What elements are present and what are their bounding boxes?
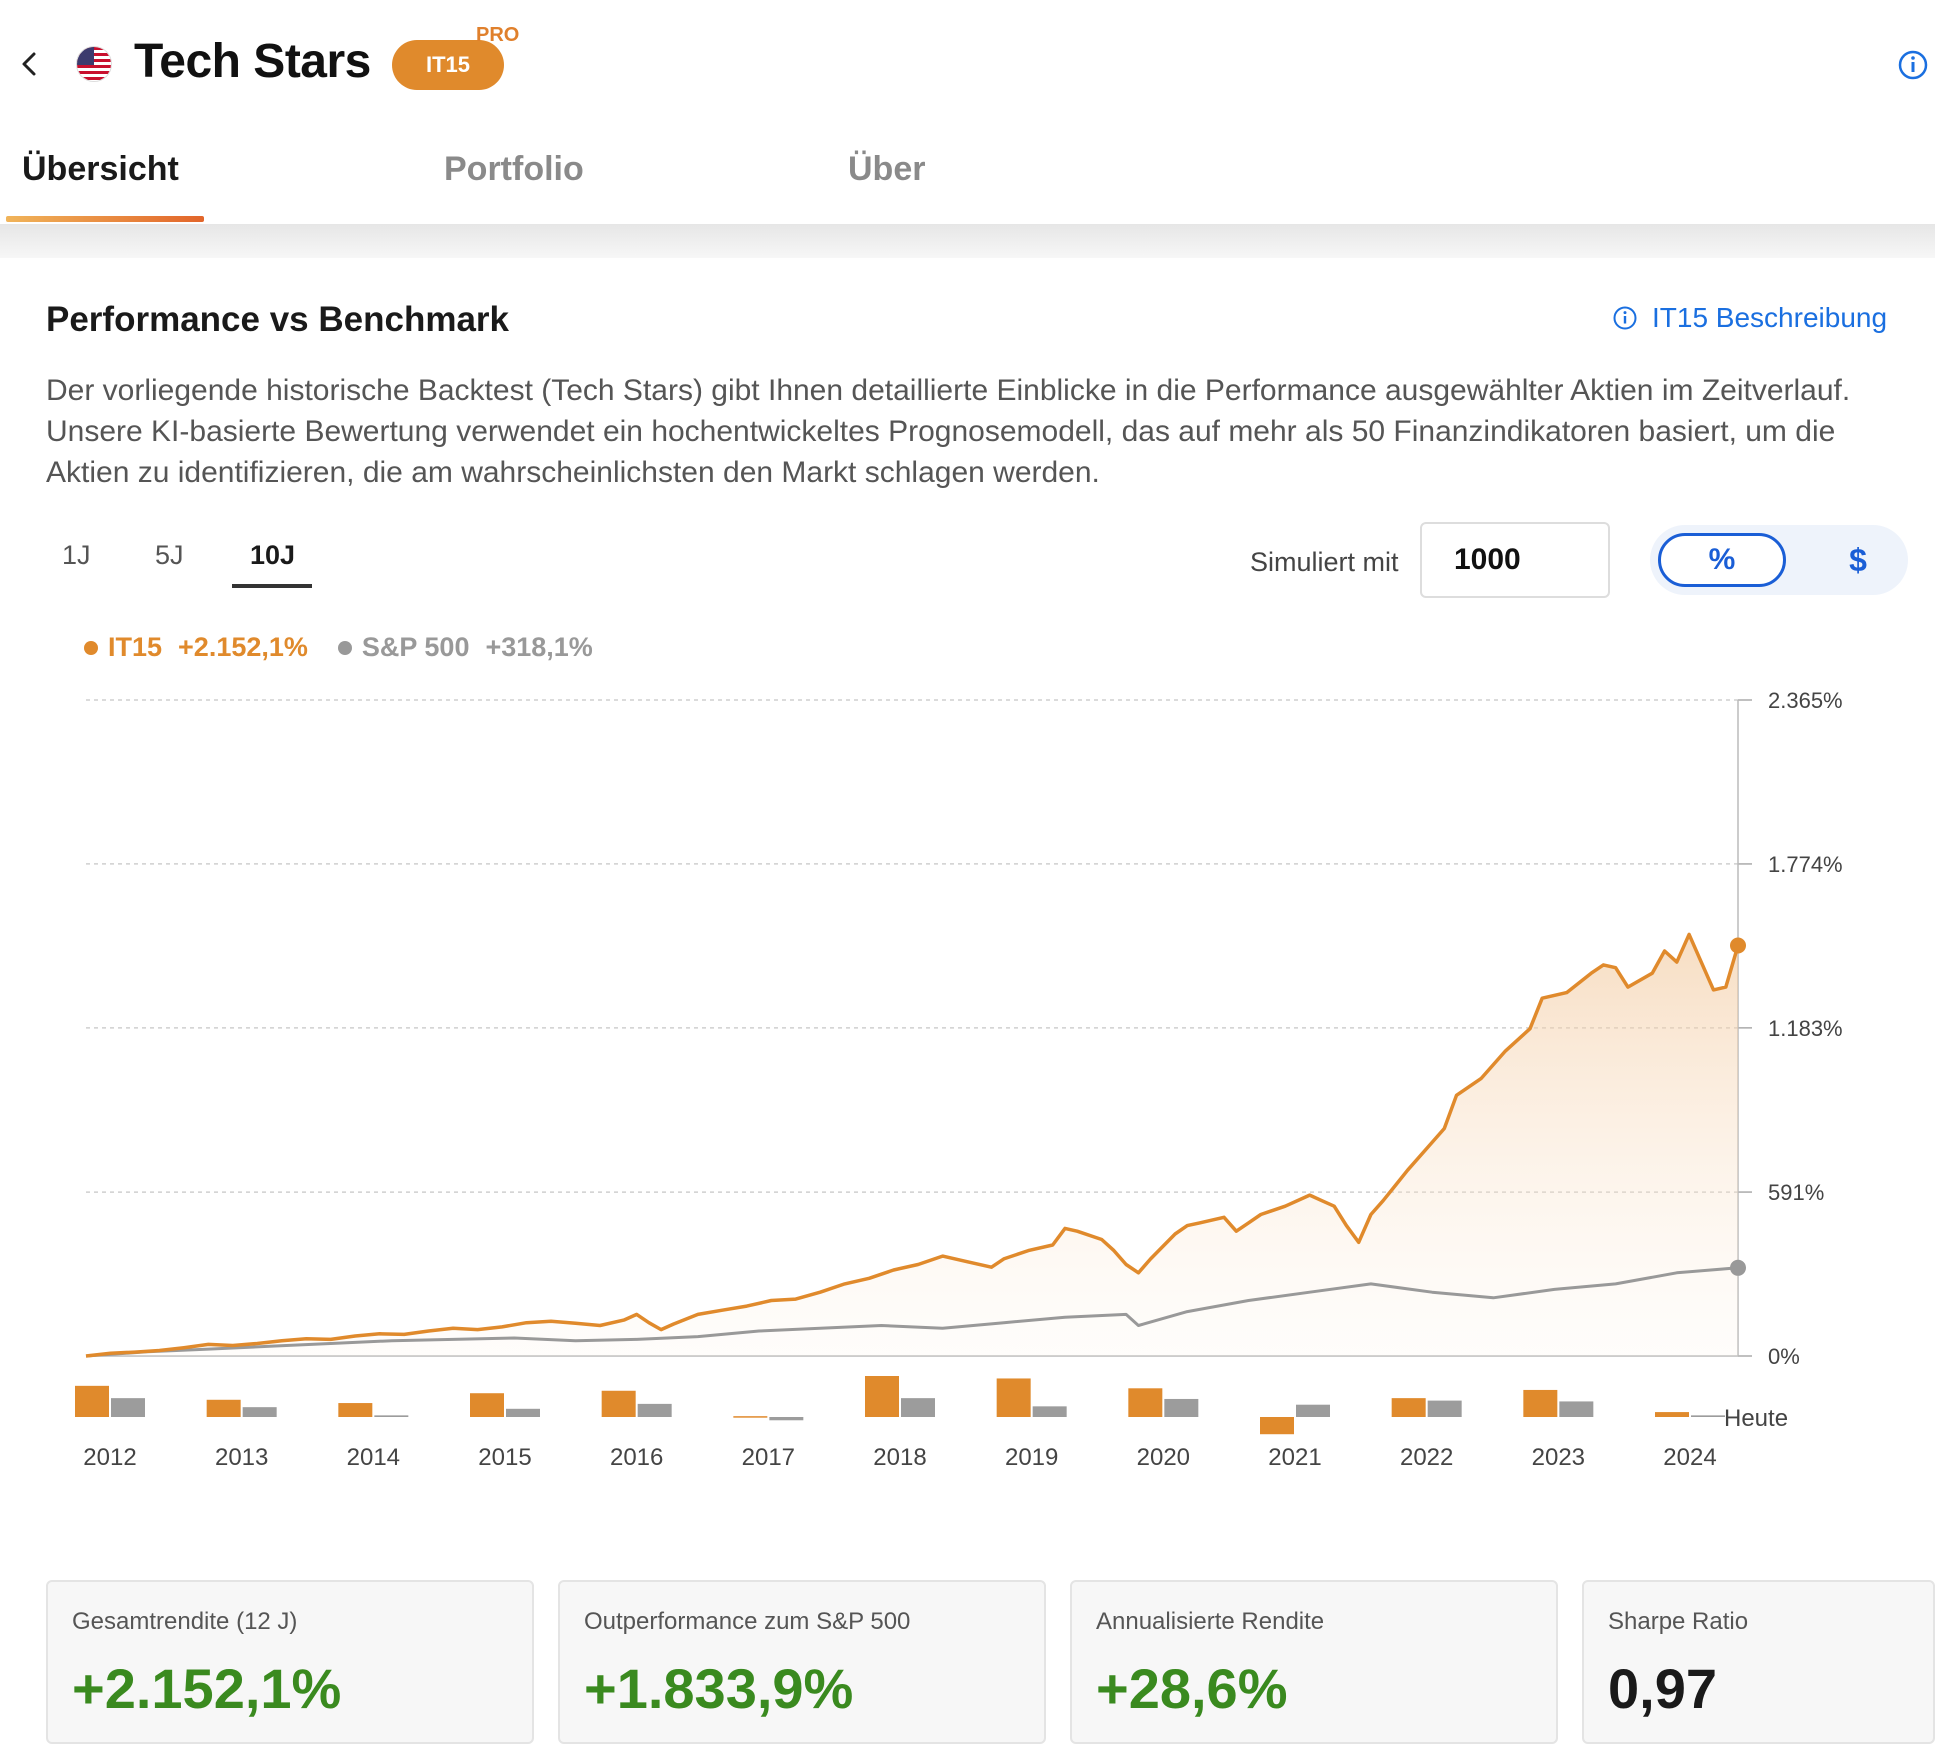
y-tick-label: 2.365%	[1768, 688, 1843, 713]
x-tick-label: 2020	[1137, 1444, 1190, 1471]
y-tick-label: 591%	[1768, 1180, 1824, 1205]
annual-bar-it15	[996, 1378, 1031, 1417]
stat-card-sharpe-ratio: Sharpe Ratio 0,97	[1582, 1580, 1935, 1744]
active-tab-indicator	[6, 216, 204, 222]
annual-bar-sp500	[1559, 1401, 1594, 1417]
annual-bar-it15	[206, 1399, 241, 1417]
unit-toggle: % $	[1650, 525, 1908, 595]
annual-bar-sp500	[1691, 1415, 1725, 1417]
legend-item-it15[interactable]: IT15 +2.152,1%	[84, 632, 308, 663]
annual-bar-sp500	[901, 1398, 935, 1417]
annual-bar-it15	[733, 1416, 768, 1418]
pro-badge: PRO	[476, 24, 520, 46]
ticker-badge: IT15	[392, 40, 504, 90]
legend-value: +2.152,1%	[178, 632, 308, 662]
annual-bar-it15	[601, 1390, 636, 1417]
us-flag-icon	[76, 46, 112, 82]
x-tick-label: 2023	[1532, 1444, 1585, 1471]
toggle-percent[interactable]: %	[1658, 533, 1786, 587]
x-tick-label: 2021	[1268, 1444, 1321, 1471]
period-5y[interactable]: 5J	[155, 540, 184, 571]
active-period-indicator	[232, 584, 312, 588]
annual-bar-sp500	[111, 1398, 145, 1417]
info-icon[interactable]	[1896, 48, 1930, 82]
x-tick-label: 2018	[873, 1444, 926, 1471]
tab-bar: Übersicht Portfolio Über	[0, 128, 1935, 224]
annual-bar-sp500	[637, 1403, 672, 1417]
x-tick-label: 2014	[347, 1444, 400, 1471]
toggle-dollar[interactable]: $	[1818, 533, 1898, 587]
description-link[interactable]: IT15 Beschreibung	[1612, 302, 1887, 334]
tabs-divider	[0, 224, 1935, 258]
annual-bar-sp500	[1296, 1404, 1330, 1417]
stat-card-total-return: Gesamtrendite (12 J) +2.152,1%	[46, 1580, 534, 1744]
legend-name: S&P 500	[361, 632, 470, 662]
sp500-end-marker	[1730, 1259, 1746, 1276]
legend-dot-sp500	[337, 640, 352, 655]
annual-bar-sp500	[374, 1415, 409, 1417]
stat-label: Gesamtrendite (12 J)	[72, 1608, 298, 1635]
x-tick-label: 2015	[478, 1444, 531, 1471]
stat-value: +2.152,1%	[72, 1657, 342, 1720]
legend-value: +318,1%	[485, 632, 593, 662]
annual-bar-sp500	[1032, 1406, 1067, 1417]
performance-chart[interactable]: 2.365% 1.774% 1.183% 591% 0% 2012 2013 2014 2015…	[0, 660, 1935, 1480]
y-tick-label: 0%	[1768, 1344, 1800, 1369]
annual-bar-sp500	[769, 1417, 804, 1421]
annual-bar-it15	[338, 1403, 373, 1417]
chart-legend: IT15 +2.152,1% S&P 500 +318,1%	[84, 632, 623, 663]
annual-bar-it15	[1391, 1398, 1426, 1417]
x-tick-label: 2017	[742, 1444, 795, 1471]
section-title: Performance vs Benchmark	[46, 300, 509, 339]
tab-overview[interactable]: Übersicht	[22, 150, 179, 189]
annual-bar-it15	[1260, 1417, 1294, 1435]
period-1y[interactable]: 1J	[62, 540, 91, 571]
stat-label: Sharpe Ratio	[1608, 1608, 1749, 1635]
info-icon	[1613, 306, 1637, 330]
page-title: Tech Stars	[134, 35, 371, 88]
y-tick-label: 1.774%	[1768, 852, 1843, 877]
stat-card-outperformance: Outperformance zum S&P 500 +1.833,9%	[558, 1580, 1046, 1744]
description-link-label: IT15 Beschreibung	[1652, 302, 1888, 333]
annual-bar-it15	[1523, 1389, 1558, 1417]
simulation-label: Simuliert mit	[1250, 547, 1399, 577]
it15-end-marker	[1730, 937, 1746, 954]
back-chevron-icon[interactable]	[12, 46, 44, 82]
x-tick-label: 2022	[1400, 1444, 1453, 1471]
period-10y[interactable]: 10J	[250, 540, 295, 571]
simulation-amount-input[interactable]	[1420, 522, 1610, 598]
x-tick-label: 2024	[1663, 1444, 1716, 1471]
stat-card-annualized-return: Annualisierte Rendite +28,6%	[1070, 1580, 1558, 1744]
annual-bar-it15	[470, 1393, 504, 1417]
x-tick-label: 2016	[610, 1444, 663, 1471]
stat-value: +28,6%	[1096, 1657, 1288, 1720]
app-header: Tech Stars IT15 PRO	[0, 0, 1935, 128]
stat-label: Annualisierte Rendite	[1096, 1608, 1325, 1635]
annual-bar-sp500	[506, 1408, 540, 1417]
stat-value: +1.833,9%	[584, 1657, 854, 1720]
today-label: Heute	[1724, 1405, 1788, 1432]
section-description: Der vorliegende historische Backtest (Te…	[46, 374, 1851, 489]
legend-name: IT15	[108, 632, 163, 662]
legend-dot-it15	[84, 640, 98, 655]
annual-bar-it15	[75, 1385, 109, 1417]
stat-label: Outperformance zum S&P 500	[584, 1608, 911, 1635]
annual-bar-it15	[1655, 1412, 1689, 1417]
annual-bar-sp500	[1427, 1400, 1462, 1417]
x-tick-label: 2019	[1005, 1444, 1058, 1471]
legend-item-sp500[interactable]: S&P 500 +318,1%	[337, 632, 593, 663]
x-tick-label: 2012	[83, 1444, 136, 1471]
stat-value: 0,97	[1608, 1657, 1717, 1720]
annual-bar-sp500	[1164, 1398, 1199, 1417]
annual-bar-sp500	[242, 1407, 277, 1417]
it15-area	[86, 934, 1738, 1356]
tab-about[interactable]: Über	[848, 150, 925, 189]
y-tick-label: 1.183%	[1768, 1016, 1843, 1041]
x-tick-label: 2013	[215, 1444, 268, 1471]
tab-portfolio[interactable]: Portfolio	[444, 150, 584, 189]
annual-bar-it15	[865, 1376, 899, 1417]
annual-bar-it15	[1128, 1388, 1163, 1417]
